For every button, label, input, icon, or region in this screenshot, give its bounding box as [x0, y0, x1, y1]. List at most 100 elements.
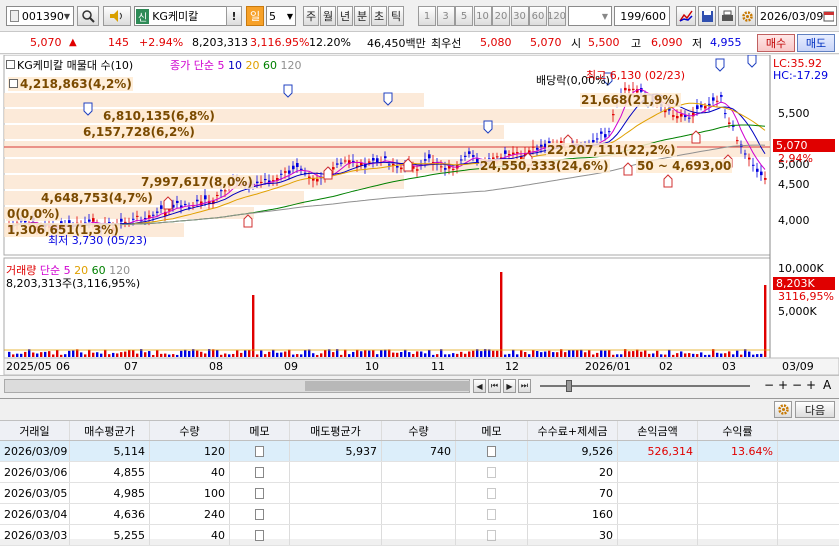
period-button[interactable]: 년	[337, 6, 353, 26]
memo-icon[interactable]	[255, 487, 264, 499]
scroll-last-button[interactable]: ⏭	[518, 379, 531, 393]
alert-button[interactable]: !	[226, 6, 242, 26]
candle	[752, 164, 755, 166]
zoom-out-icon[interactable]: −	[792, 378, 802, 392]
volume-bar	[180, 350, 183, 357]
candle	[196, 199, 199, 202]
column-header[interactable]: 손익금액	[618, 421, 698, 440]
print-button[interactable]	[718, 6, 736, 26]
calendar-icon[interactable]	[823, 10, 834, 22]
settings-button[interactable]	[738, 6, 756, 26]
zoom-in-icon[interactable]: +	[778, 378, 788, 392]
grid-icon	[10, 10, 19, 22]
volume-profile-label: 24,550,333(24,6%)	[479, 159, 610, 173]
date-input[interactable]: 2026/03/09	[757, 6, 837, 26]
memo-cell[interactable]	[230, 483, 290, 503]
memo-cell[interactable]	[230, 504, 290, 524]
column-header[interactable]: 메모	[456, 421, 528, 440]
interval-button[interactable]: 10	[473, 6, 492, 26]
column-header[interactable]: 수량	[382, 421, 456, 440]
memo-icon[interactable]	[487, 487, 496, 499]
period-value-select[interactable]: 5 ▼	[266, 6, 296, 26]
period-button[interactable]: 분	[354, 6, 370, 26]
cell-date: 2026/03/03	[0, 525, 70, 545]
dropdown-arrow-icon[interactable]: ▼	[64, 12, 70, 21]
scroll-thumb[interactable]	[305, 381, 470, 391]
period-button[interactable]: 주	[303, 6, 319, 26]
scroll-left-button[interactable]: ◀	[473, 379, 486, 393]
memo-cell[interactable]	[230, 441, 290, 461]
scroll-track[interactable]	[4, 379, 470, 393]
settings-button[interactable]	[774, 401, 792, 418]
period-button[interactable]: 초	[371, 6, 387, 26]
font-size-icon[interactable]: A	[823, 378, 831, 392]
memo-cell[interactable]	[230, 462, 290, 482]
volume-bar	[384, 349, 387, 357]
stock-code-input[interactable]: 001390 ▼	[6, 6, 74, 26]
memo-icon[interactable]	[255, 445, 264, 457]
interval-select[interactable]: ▼	[568, 6, 612, 26]
cell-pnl	[618, 525, 698, 545]
save-button[interactable]	[698, 6, 716, 26]
memo-cell[interactable]	[456, 504, 528, 524]
memo-icon[interactable]	[255, 466, 264, 478]
dropdown-arrow-icon[interactable]: ▼	[287, 12, 293, 21]
table-row[interactable]: 2026/03/05 4,985 100 70	[0, 483, 839, 504]
memo-cell[interactable]	[456, 525, 528, 545]
volume-bar	[548, 350, 551, 357]
table-row[interactable]: 2026/03/09 5,114 120 5,937 740 9,526 526,314 13…	[0, 441, 839, 462]
candle	[744, 153, 747, 155]
zoom-in-icon[interactable]: +	[806, 378, 816, 392]
chart-button[interactable]	[676, 6, 696, 26]
volume-bar	[276, 352, 279, 357]
column-header[interactable]: 수수료+제세금	[528, 421, 618, 440]
scroll-first-button[interactable]: ⏮	[488, 379, 501, 393]
chart-canvas[interactable]	[0, 55, 839, 375]
volume-bar	[64, 354, 67, 357]
search-button[interactable]	[77, 6, 99, 26]
candle	[720, 95, 723, 97]
period-button[interactable]: 월	[320, 6, 336, 26]
cell-fee: 20	[528, 462, 618, 482]
interval-button[interactable]: 30	[510, 6, 529, 26]
memo-cell[interactable]	[230, 525, 290, 545]
column-header[interactable]: 매수평균가	[70, 421, 150, 440]
volume-profile-label: 6,157,728(6,2%)	[82, 125, 196, 139]
column-header[interactable]: 거래일	[0, 421, 70, 440]
memo-icon[interactable]	[487, 508, 496, 520]
volume-bar	[36, 353, 39, 357]
interval-button[interactable]: 5	[455, 6, 473, 26]
sell-button[interactable]: 매도	[797, 34, 835, 52]
speaker-button[interactable]	[103, 6, 131, 26]
table-row[interactable]: 2026/03/04 4,636 240 160	[0, 504, 839, 525]
scroll-right-button[interactable]: ▶	[503, 379, 516, 393]
memo-icon[interactable]	[487, 445, 496, 457]
memo-cell[interactable]	[456, 483, 528, 503]
interval-button[interactable]: 1	[418, 6, 436, 26]
period-button[interactable]: 틱	[388, 6, 404, 26]
volume-bar	[612, 354, 615, 357]
interval-button[interactable]: 20	[492, 6, 510, 26]
memo-icon[interactable]	[255, 508, 264, 520]
price-chart[interactable]: KG케미칼 매물대 수(10) 종가 단순 5 10 20 60 120 LC:…	[0, 55, 839, 375]
memo-cell[interactable]	[456, 462, 528, 482]
interval-button[interactable]: 3	[436, 6, 455, 26]
stock-name-box[interactable]: 신 KG케미칼	[134, 6, 230, 26]
column-header[interactable]: 수량	[150, 421, 230, 440]
zoom-out-icon[interactable]: −	[764, 378, 774, 392]
table-row[interactable]: 2026/03/06 4,855 40 20	[0, 462, 839, 483]
memo-cell[interactable]	[456, 441, 528, 461]
period-day-button[interactable]: 일	[246, 6, 264, 26]
column-header[interactable]: 수익률	[698, 421, 778, 440]
zoom-slider-handle[interactable]	[566, 380, 572, 392]
column-header[interactable]: 메모	[230, 421, 290, 440]
candle	[464, 155, 467, 157]
interval-button[interactable]: 120	[547, 6, 566, 26]
memo-icon[interactable]	[487, 466, 496, 478]
interval-button[interactable]: 60	[529, 6, 547, 26]
next-button[interactable]: 다음	[795, 401, 835, 418]
column-header[interactable]: 매도평균가	[290, 421, 382, 440]
volume-bar	[168, 354, 171, 357]
buy-button[interactable]: 매수	[757, 34, 795, 52]
table-row[interactable]: 2026/03/03 5,255 40 30	[0, 525, 839, 546]
